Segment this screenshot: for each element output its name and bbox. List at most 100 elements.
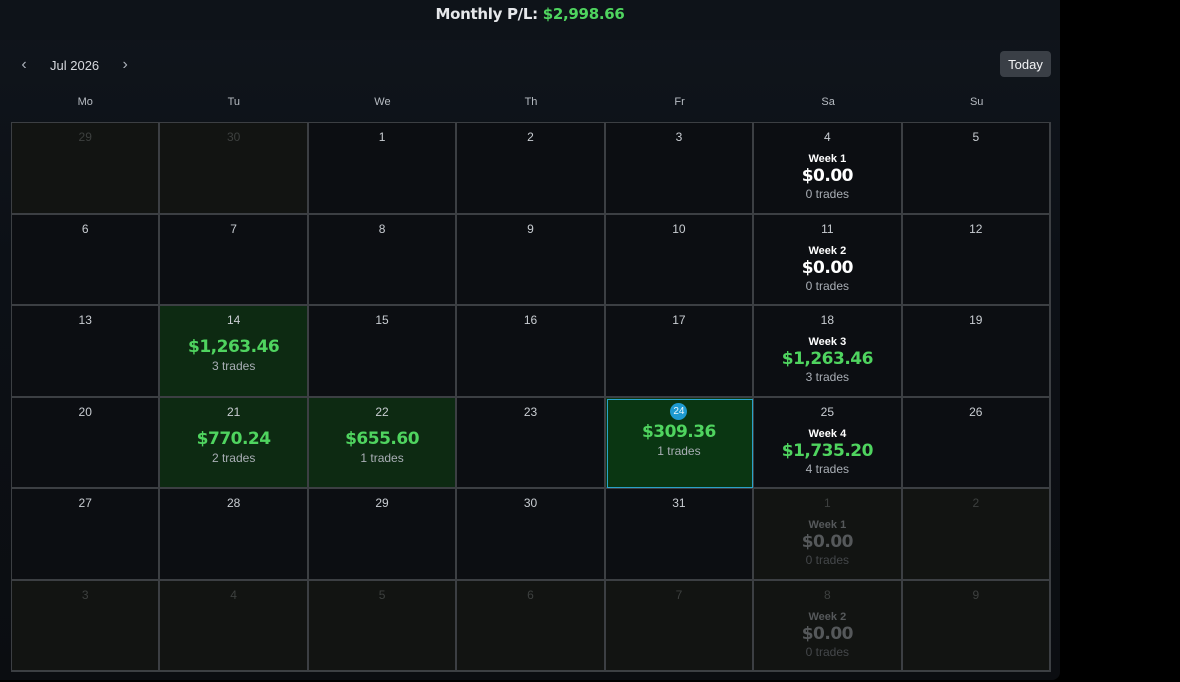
weekday-label: Sa bbox=[821, 96, 835, 108]
calendar-day-cell[interactable]: 4 bbox=[160, 580, 309, 672]
calendar-day-cell[interactable]: 27 bbox=[12, 489, 161, 581]
calendar-day-cell[interactable]: 15 bbox=[308, 306, 458, 398]
day-number: 6 bbox=[527, 587, 534, 602]
day-number: 27 bbox=[78, 496, 92, 510]
calendar-day-cell[interactable]: 31 bbox=[605, 489, 755, 581]
calendar-day-cell[interactable]: 12 bbox=[902, 214, 1051, 306]
calendar-day-cell[interactable]: 8 bbox=[308, 214, 458, 306]
day-number: 30 bbox=[226, 130, 241, 144]
weekday-label: We bbox=[374, 96, 391, 108]
day-number: 9 bbox=[972, 587, 980, 602]
day-number: 18 bbox=[820, 313, 835, 327]
chevron-left-icon[interactable]: ‹ bbox=[12, 52, 36, 78]
calendar-day-cell[interactable]: 16 bbox=[457, 306, 606, 398]
day-number: 5 bbox=[972, 130, 980, 144]
calendar-day-cell[interactable]: 5 bbox=[308, 580, 458, 672]
week-trade-count: 4 trades bbox=[805, 461, 850, 476]
calendar-day-cell[interactable]: 6 bbox=[12, 214, 161, 306]
calendar-day-cell[interactable]: 2 bbox=[457, 123, 606, 215]
calendar-day-cell[interactable]: 13 bbox=[12, 306, 161, 398]
today-button[interactable]: Today bbox=[1000, 51, 1051, 77]
week-label: Week 3 bbox=[808, 336, 847, 348]
week-summary-cell[interactable]: 11 Week 2 $0.00 0 trades bbox=[754, 214, 903, 306]
day-trade-count: 1 trades bbox=[360, 450, 404, 465]
day-number: 2 bbox=[972, 496, 980, 510]
day-number: 5 bbox=[378, 587, 386, 602]
calendar-day-cell[interactable]: 29 bbox=[308, 489, 458, 581]
day-number: 8 bbox=[378, 221, 386, 236]
week-label: Week 2 bbox=[808, 244, 847, 257]
calendar-day-cell[interactable]: 9 bbox=[902, 580, 1051, 672]
week-trade-count: 0 trades bbox=[805, 553, 850, 567]
calendar-day-cell[interactable]: 9 bbox=[457, 214, 606, 306]
day-number: 26 bbox=[969, 404, 983, 419]
day-number: 28 bbox=[226, 496, 241, 510]
calendar-day-cell[interactable]: 3 bbox=[12, 580, 161, 672]
calendar-day-cell[interactable]: 5 bbox=[902, 123, 1051, 215]
day-number: 3 bbox=[81, 587, 89, 602]
day-number: 13 bbox=[78, 313, 92, 327]
day-trade-count: 1 trades bbox=[657, 443, 701, 458]
day-trade-count: 3 trades bbox=[211, 359, 256, 373]
monthly-pl-value: $2,998.66 bbox=[542, 5, 625, 23]
chevron-right-icon[interactable]: › bbox=[113, 52, 137, 78]
day-number: 21 bbox=[226, 404, 241, 419]
week-pnl: $0.00 bbox=[801, 623, 854, 644]
calendar-day-cell[interactable]: 2 bbox=[902, 489, 1051, 581]
day-number: 10 bbox=[672, 221, 686, 236]
day-number: 11 bbox=[821, 221, 834, 236]
week-summary-cell[interactable]: 8 Week 2 $0.00 0 trades bbox=[754, 580, 903, 672]
calendar-day-cell[interactable]: 26 bbox=[902, 397, 1051, 489]
week-summary-cell[interactable]: 1 Week 1 $0.00 0 trades bbox=[754, 489, 903, 581]
calendar-day-cell[interactable]: 7 bbox=[160, 214, 309, 306]
week-summary-cell[interactable]: 25 Week 4 $1,735.20 4 trades bbox=[754, 397, 903, 489]
day-number: 16 bbox=[523, 313, 538, 327]
day-pnl: $655.60 bbox=[345, 428, 420, 449]
calendar-day-cell[interactable]: 24 $309.36 1 trades bbox=[605, 397, 755, 489]
day-number: 1 bbox=[378, 130, 386, 144]
week-pnl: $1,735.20 bbox=[781, 440, 874, 461]
calendar-day-cell[interactable]: 1 bbox=[308, 123, 458, 215]
calendar-day-cell[interactable]: 17 bbox=[605, 306, 755, 398]
week-trade-count: 0 trades bbox=[805, 187, 850, 201]
calendar-day-cell[interactable]: 19 bbox=[902, 306, 1051, 398]
day-number: 29 bbox=[78, 130, 92, 144]
week-label: Week 1 bbox=[808, 153, 847, 165]
week-summary-cell[interactable]: 18 Week 3 $1,263.46 3 trades bbox=[754, 306, 903, 398]
day-number: 1 bbox=[824, 496, 831, 510]
day-pnl: $770.24 bbox=[196, 428, 271, 449]
calendar-day-cell[interactable]: 22 $655.60 1 trades bbox=[308, 397, 458, 489]
calendar-day-cell[interactable]: 3 bbox=[605, 123, 755, 215]
weekday-label: Tu bbox=[227, 96, 241, 108]
week-trade-count: 0 trades bbox=[805, 278, 850, 293]
calendar-grid: 29 30 1 2 3 4 Week 1 $0.00 0 trades 5 6 7 8 9 10 11 Week… bbox=[11, 122, 1051, 672]
day-number: 8 bbox=[824, 587, 831, 602]
calendar-day-cell[interactable]: 21 $770.24 2 trades bbox=[160, 397, 309, 489]
day-number: 23 bbox=[523, 404, 538, 419]
week-pnl: $1,263.46 bbox=[781, 349, 874, 369]
calendar-day-cell[interactable]: 6 bbox=[457, 580, 606, 672]
calendar-day-cell[interactable]: 7 bbox=[605, 580, 755, 672]
current-month-label: Jul 2026 bbox=[50, 57, 100, 73]
day-number: 3 bbox=[675, 130, 683, 144]
calendar-day-cell[interactable]: 14 $1,263.46 3 trades bbox=[160, 306, 309, 398]
month-navigation: ‹ Jul 2026 › bbox=[12, 52, 137, 78]
calendar-day-cell[interactable]: 30 bbox=[160, 123, 309, 215]
calendar-day-cell[interactable]: 28 bbox=[160, 489, 309, 581]
day-number: 4 bbox=[230, 587, 237, 602]
calendar-day-cell[interactable]: 10 bbox=[605, 214, 755, 306]
calendar-day-cell[interactable]: 20 bbox=[12, 397, 161, 489]
weekday-label: Mo bbox=[77, 96, 93, 108]
day-number: 24 bbox=[606, 398, 752, 420]
calendar-day-cell[interactable]: 29 bbox=[12, 123, 161, 215]
calendar-day-cell[interactable]: 30 bbox=[457, 489, 606, 581]
day-number: 14 bbox=[226, 313, 241, 327]
day-number: 19 bbox=[969, 313, 983, 327]
calendar-day-cell[interactable]: 23 bbox=[457, 397, 606, 489]
weekday-label: Fr bbox=[674, 96, 685, 108]
day-number: 2 bbox=[527, 130, 534, 144]
day-pnl: $309.36 bbox=[641, 421, 716, 442]
week-label: Week 1 bbox=[808, 519, 847, 531]
week-summary-cell[interactable]: 4 Week 1 $0.00 0 trades bbox=[754, 123, 903, 215]
day-pnl: $1,263.46 bbox=[188, 337, 280, 357]
